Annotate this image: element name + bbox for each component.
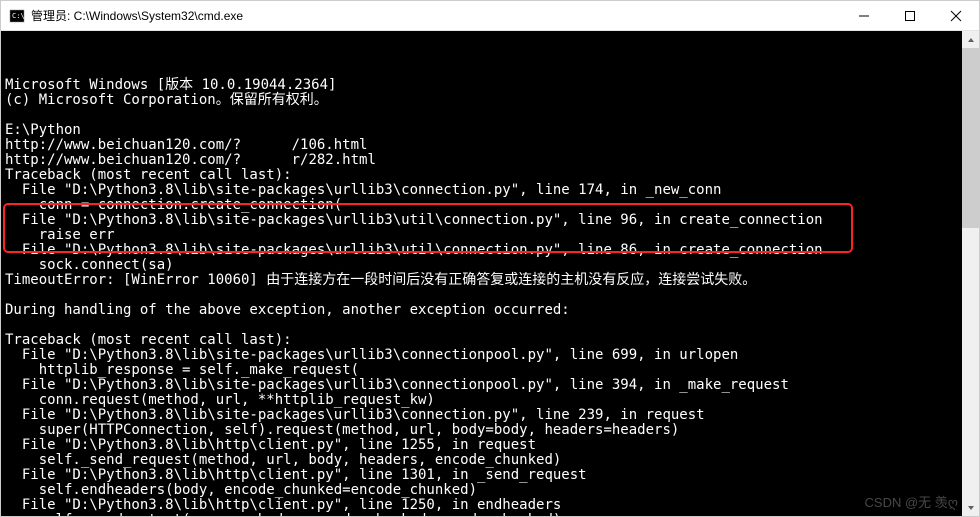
- terminal-line: Traceback (most recent call last):: [5, 333, 962, 348]
- terminal-line: self._send_output(message_body, encode_c…: [5, 513, 962, 516]
- terminal-line: E:\Python: [5, 123, 962, 138]
- svg-text:C:\: C:\: [12, 12, 25, 20]
- cmd-window: C:\ 管理员: C:\Windows\System32\cmd.exe Mic…: [0, 0, 980, 517]
- terminal-line: File "D:\Python3.8\lib\site-packages\url…: [5, 243, 962, 258]
- terminal-output[interactable]: Microsoft Windows [版本 10.0.19044.2364](c…: [1, 31, 962, 516]
- scroll-thumb[interactable]: [962, 48, 979, 228]
- title-bar[interactable]: C:\ 管理员: C:\Windows\System32\cmd.exe: [1, 1, 979, 31]
- terminal-line: [5, 318, 962, 333]
- terminal-line: raise err: [5, 228, 962, 243]
- vertical-scrollbar[interactable]: [962, 31, 979, 516]
- terminal-line: During handling of the above exception, …: [5, 303, 962, 318]
- scroll-track[interactable]: [962, 48, 979, 499]
- terminal-line: TimeoutError: [WinError 10060] 由于连接方在一段时…: [5, 273, 962, 288]
- window-title: 管理员: C:\Windows\System32\cmd.exe: [31, 7, 841, 24]
- minimize-button[interactable]: [841, 1, 887, 30]
- terminal-line: http://www.beichuan120.com/? r/282.html: [5, 153, 962, 168]
- terminal-line: File "D:\Python3.8\lib\site-packages\url…: [5, 213, 962, 228]
- terminal-line: conn = connection.create_connection(: [5, 198, 962, 213]
- terminal-line: super(HTTPConnection, self).request(meth…: [5, 423, 962, 438]
- terminal-line: File "D:\Python3.8\lib\http\client.py", …: [5, 438, 962, 453]
- scroll-up-button[interactable]: [962, 31, 979, 48]
- terminal-line: Microsoft Windows [版本 10.0.19044.2364]: [5, 78, 962, 93]
- terminal-line: File "D:\Python3.8\lib\site-packages\url…: [5, 183, 962, 198]
- scroll-down-button[interactable]: [962, 499, 979, 516]
- terminal-line: self._send_request(method, url, body, he…: [5, 453, 962, 468]
- terminal-line: [5, 108, 962, 123]
- terminal-line: (c) Microsoft Corporation。保留所有权利。: [5, 93, 962, 108]
- terminal-line: File "D:\Python3.8\lib\site-packages\url…: [5, 348, 962, 363]
- terminal-line: File "D:\Python3.8\lib\http\client.py", …: [5, 498, 962, 513]
- cmd-icon: C:\: [9, 8, 25, 24]
- terminal-line: self.endheaders(body, encode_chunked=enc…: [5, 483, 962, 498]
- terminal-line: File "D:\Python3.8\lib\http\client.py", …: [5, 468, 962, 483]
- terminal-line: httplib_response = self._make_request(: [5, 363, 962, 378]
- terminal-wrap: Microsoft Windows [版本 10.0.19044.2364](c…: [1, 31, 979, 516]
- terminal-line: http://www.beichuan120.com/? /106.html: [5, 138, 962, 153]
- maximize-button[interactable]: [887, 1, 933, 30]
- close-button[interactable]: [933, 1, 979, 30]
- terminal-line: sock.connect(sa): [5, 258, 962, 273]
- terminal-line: File "D:\Python3.8\lib\site-packages\url…: [5, 378, 962, 393]
- terminal-line: File "D:\Python3.8\lib\site-packages\url…: [5, 408, 962, 423]
- window-controls: [841, 1, 979, 30]
- terminal-line: [5, 288, 962, 303]
- terminal-line: Traceback (most recent call last):: [5, 168, 962, 183]
- terminal-line: conn.request(method, url, **httplib_requ…: [5, 393, 962, 408]
